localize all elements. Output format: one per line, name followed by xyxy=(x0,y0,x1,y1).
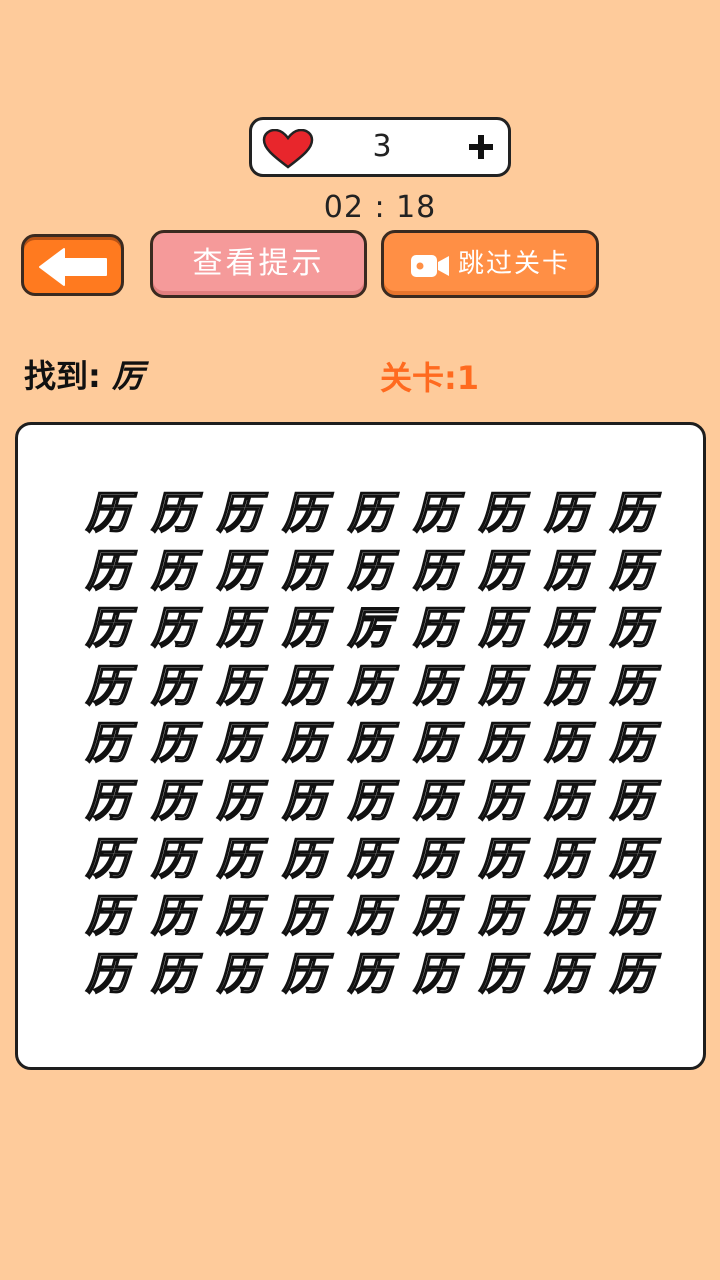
grid-cell[interactable]: 历 xyxy=(141,715,207,773)
grid-cell[interactable]: 历 xyxy=(206,946,272,1004)
heart-icon xyxy=(262,129,314,169)
grid-cell[interactable]: 历 xyxy=(534,946,600,1004)
grid-cell[interactable]: 历 xyxy=(272,888,338,946)
grid-cell[interactable]: 历 xyxy=(599,831,665,889)
grid-cell[interactable]: 历 xyxy=(75,543,141,601)
back-arrow-icon xyxy=(39,248,107,286)
grid-cell[interactable]: 历 xyxy=(272,773,338,831)
grid-cell[interactable]: 历 xyxy=(337,658,403,716)
grid-cell[interactable]: 历 xyxy=(468,485,534,543)
grid-cell[interactable]: 历 xyxy=(599,485,665,543)
grid-cell[interactable]: 历 xyxy=(468,831,534,889)
character-grid: 历历历历历历历历历历历历历历历历历历历历历历厉历历历历历历历历历历历历历历历历历… xyxy=(75,485,665,1003)
grid-cell[interactable]: 历 xyxy=(206,773,272,831)
grid-cell[interactable]: 历 xyxy=(337,773,403,831)
grid-cell[interactable]: 历 xyxy=(337,715,403,773)
grid-cell[interactable]: 历 xyxy=(272,485,338,543)
grid-cell[interactable]: 历 xyxy=(403,658,469,716)
find-prefix: 找到: xyxy=(24,357,112,395)
grid-cell[interactable]: 历 xyxy=(599,773,665,831)
grid-cell[interactable]: 历 xyxy=(599,600,665,658)
countdown-timer: 02 : 18 xyxy=(323,190,437,225)
grid-cell[interactable]: 历 xyxy=(534,831,600,889)
grid-cell[interactable]: 历 xyxy=(272,831,338,889)
grid-cell[interactable]: 厉 xyxy=(337,600,403,658)
grid-cell[interactable]: 历 xyxy=(468,946,534,1004)
grid-cell[interactable]: 历 xyxy=(272,715,338,773)
grid-cell[interactable]: 历 xyxy=(75,773,141,831)
grid-cell[interactable]: 历 xyxy=(141,946,207,1004)
grid-cell[interactable]: 历 xyxy=(534,773,600,831)
grid-cell[interactable]: 历 xyxy=(337,485,403,543)
grid-cell[interactable]: 历 xyxy=(75,658,141,716)
plus-icon[interactable] xyxy=(468,134,494,160)
video-camera-icon xyxy=(411,255,449,277)
grid-cell[interactable]: 历 xyxy=(599,543,665,601)
grid-cell[interactable]: 历 xyxy=(141,658,207,716)
grid-cell[interactable]: 历 xyxy=(75,888,141,946)
game-board: 历历历历历历历历历历历历历历历历历历历历历历厉历历历历历历历历历历历历历历历历历… xyxy=(15,422,706,1070)
grid-cell[interactable]: 历 xyxy=(206,831,272,889)
grid-cell[interactable]: 历 xyxy=(403,831,469,889)
grid-cell[interactable]: 历 xyxy=(141,485,207,543)
skip-level-label: 跳过关卡 xyxy=(458,249,571,279)
grid-cell[interactable]: 历 xyxy=(75,600,141,658)
grid-cell[interactable]: 历 xyxy=(468,658,534,716)
grid-cell[interactable]: 历 xyxy=(206,485,272,543)
grid-cell[interactable]: 历 xyxy=(337,946,403,1004)
grid-cell[interactable]: 历 xyxy=(141,543,207,601)
grid-cell[interactable]: 历 xyxy=(75,946,141,1004)
grid-cell[interactable]: 历 xyxy=(468,888,534,946)
grid-cell[interactable]: 历 xyxy=(272,543,338,601)
grid-cell[interactable]: 历 xyxy=(599,946,665,1004)
grid-cell[interactable]: 历 xyxy=(337,888,403,946)
grid-cell[interactable]: 历 xyxy=(534,658,600,716)
grid-cell[interactable]: 历 xyxy=(599,715,665,773)
grid-cell[interactable]: 历 xyxy=(403,485,469,543)
grid-cell[interactable]: 历 xyxy=(403,946,469,1004)
back-button[interactable] xyxy=(21,234,124,296)
grid-cell[interactable]: 历 xyxy=(403,773,469,831)
grid-cell[interactable]: 历 xyxy=(141,600,207,658)
grid-cell[interactable]: 历 xyxy=(534,485,600,543)
hint-button[interactable]: 查看提示 xyxy=(150,230,367,298)
grid-cell[interactable]: 历 xyxy=(141,888,207,946)
grid-cell[interactable]: 历 xyxy=(534,600,600,658)
grid-cell[interactable]: 历 xyxy=(75,831,141,889)
grid-cell[interactable]: 历 xyxy=(534,888,600,946)
grid-cell[interactable]: 历 xyxy=(534,715,600,773)
grid-cell[interactable]: 历 xyxy=(272,946,338,1004)
grid-cell[interactable]: 历 xyxy=(403,888,469,946)
find-target-label: 找到: 厉 xyxy=(24,354,144,398)
grid-cell[interactable]: 历 xyxy=(206,543,272,601)
grid-cell[interactable]: 历 xyxy=(141,831,207,889)
grid-cell[interactable]: 历 xyxy=(468,600,534,658)
grid-cell[interactable]: 历 xyxy=(206,600,272,658)
grid-cell[interactable]: 历 xyxy=(403,600,469,658)
grid-cell[interactable]: 历 xyxy=(403,543,469,601)
grid-cell[interactable]: 历 xyxy=(337,543,403,601)
grid-cell[interactable]: 历 xyxy=(468,773,534,831)
target-character: 厉 xyxy=(111,357,144,395)
grid-cell[interactable]: 历 xyxy=(468,715,534,773)
level-indicator: 关卡:1 xyxy=(380,359,480,397)
grid-cell[interactable]: 历 xyxy=(75,715,141,773)
grid-cell[interactable]: 历 xyxy=(403,715,469,773)
lives-counter: 3 xyxy=(249,117,511,177)
grid-cell[interactable]: 历 xyxy=(75,485,141,543)
grid-cell[interactable]: 历 xyxy=(534,543,600,601)
grid-cell[interactable]: 历 xyxy=(141,773,207,831)
skip-level-button[interactable]: 跳过关卡 xyxy=(381,230,599,298)
grid-cell[interactable]: 历 xyxy=(272,658,338,716)
grid-cell[interactable]: 历 xyxy=(599,888,665,946)
lives-count: 3 xyxy=(372,129,392,164)
grid-cell[interactable]: 历 xyxy=(206,658,272,716)
grid-cell[interactable]: 历 xyxy=(337,831,403,889)
grid-cell[interactable]: 历 xyxy=(272,600,338,658)
grid-cell[interactable]: 历 xyxy=(206,888,272,946)
grid-cell[interactable]: 历 xyxy=(599,658,665,716)
grid-cell[interactable]: 历 xyxy=(206,715,272,773)
grid-cell[interactable]: 历 xyxy=(468,543,534,601)
